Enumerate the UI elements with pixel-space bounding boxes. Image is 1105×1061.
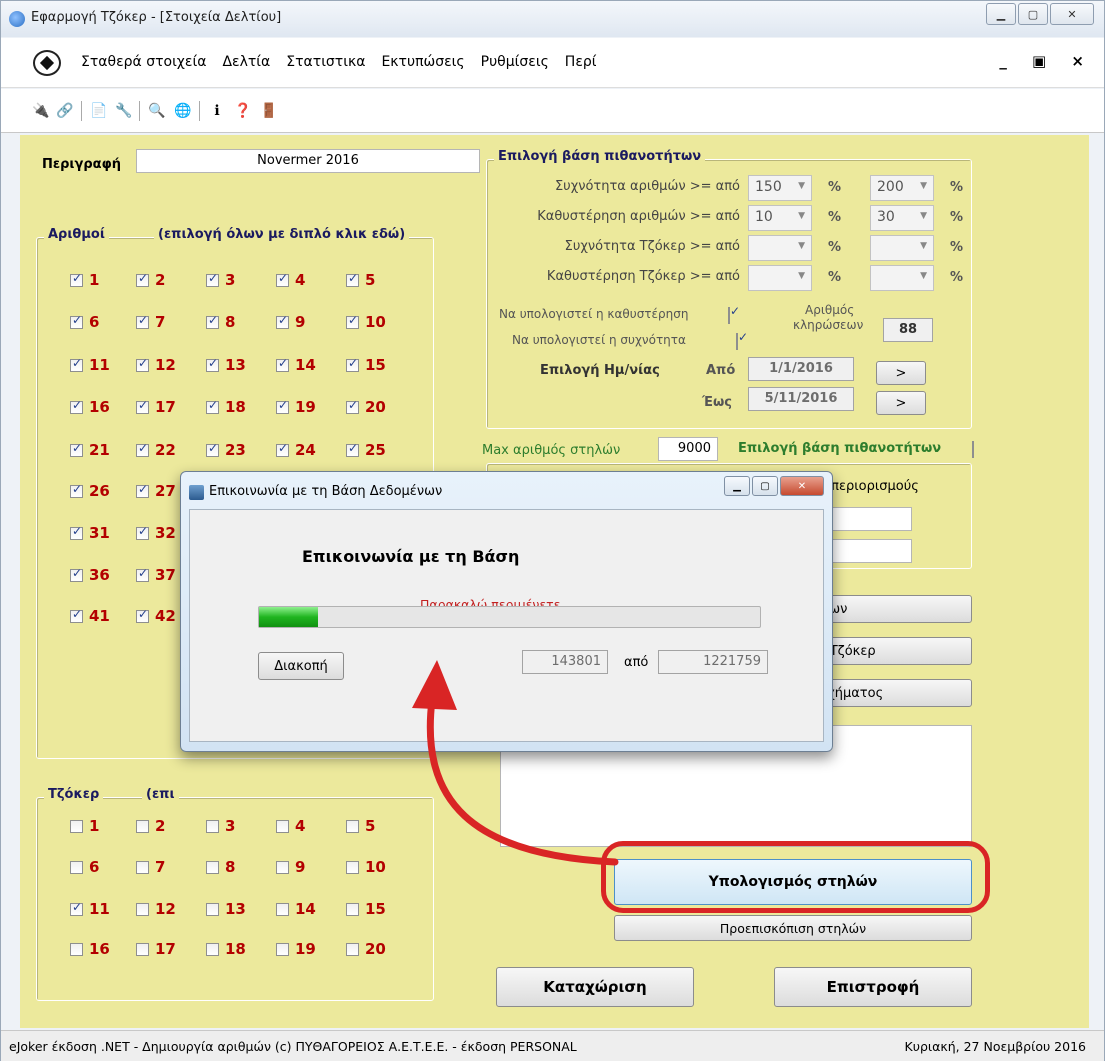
annotation-arrow bbox=[412, 660, 619, 866]
